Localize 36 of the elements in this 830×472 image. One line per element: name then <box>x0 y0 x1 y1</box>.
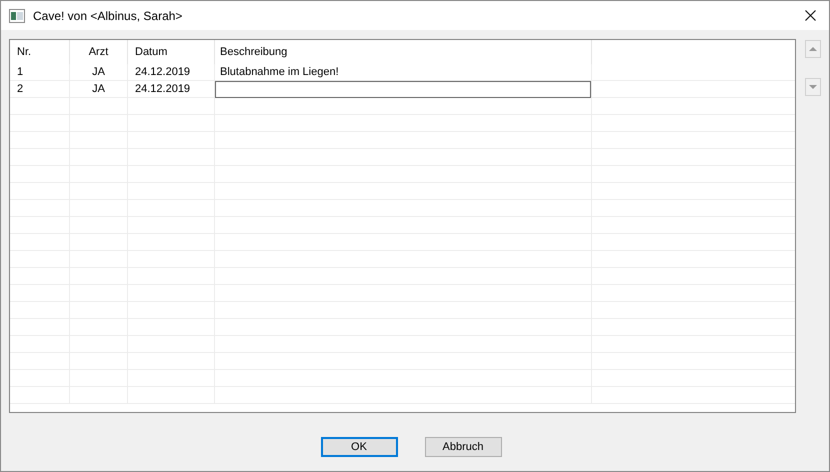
column-header[interactable]: Nr. <box>17 40 32 64</box>
empty-cell <box>10 370 70 387</box>
empty-cell <box>10 115 70 132</box>
dialog-button[interactable]: OK <box>320 437 398 457</box>
empty-cell <box>10 387 70 404</box>
table-cell-text: 2 <box>17 82 24 97</box>
empty-cell <box>10 251 70 268</box>
empty-cell <box>10 234 70 251</box>
empty-cell <box>10 200 70 217</box>
cell-input[interactable] <box>215 81 591 98</box>
table-cell-text: 24.12.2019 <box>135 65 190 80</box>
empty-cell <box>10 336 70 353</box>
empty-cell <box>10 217 70 234</box>
column-header[interactable]: Beschreibung <box>220 40 288 64</box>
column-header[interactable]: Arzt <box>88 40 108 64</box>
empty-cell <box>10 319 70 336</box>
empty-cell <box>10 302 70 319</box>
up-arrow-icon <box>809 47 817 51</box>
table-cell-text: Blutabnahme im Liegen! <box>220 65 339 80</box>
close-icon[interactable] <box>805 10 816 21</box>
column-header[interactable]: Datum <box>135 40 168 64</box>
empty-cell <box>10 132 70 149</box>
empty-cell <box>10 183 70 200</box>
dialog-button[interactable]: Abbruch <box>424 437 502 457</box>
table-cell-text: JA <box>92 65 105 80</box>
empty-cell <box>10 166 70 183</box>
empty-cell <box>10 285 70 302</box>
empty-cell <box>10 268 70 285</box>
table-cell-text: 24.12.2019 <box>135 82 190 97</box>
window-title: Cave! von <Albinus, Sarah> <box>33 8 182 22</box>
table-cell-text: 1 <box>17 65 24 80</box>
down-arrow-icon <box>809 85 817 89</box>
empty-cell <box>10 353 70 370</box>
empty-cell <box>10 149 70 166</box>
table-cell-text: JA <box>92 82 105 97</box>
app-icon <box>9 8 25 22</box>
